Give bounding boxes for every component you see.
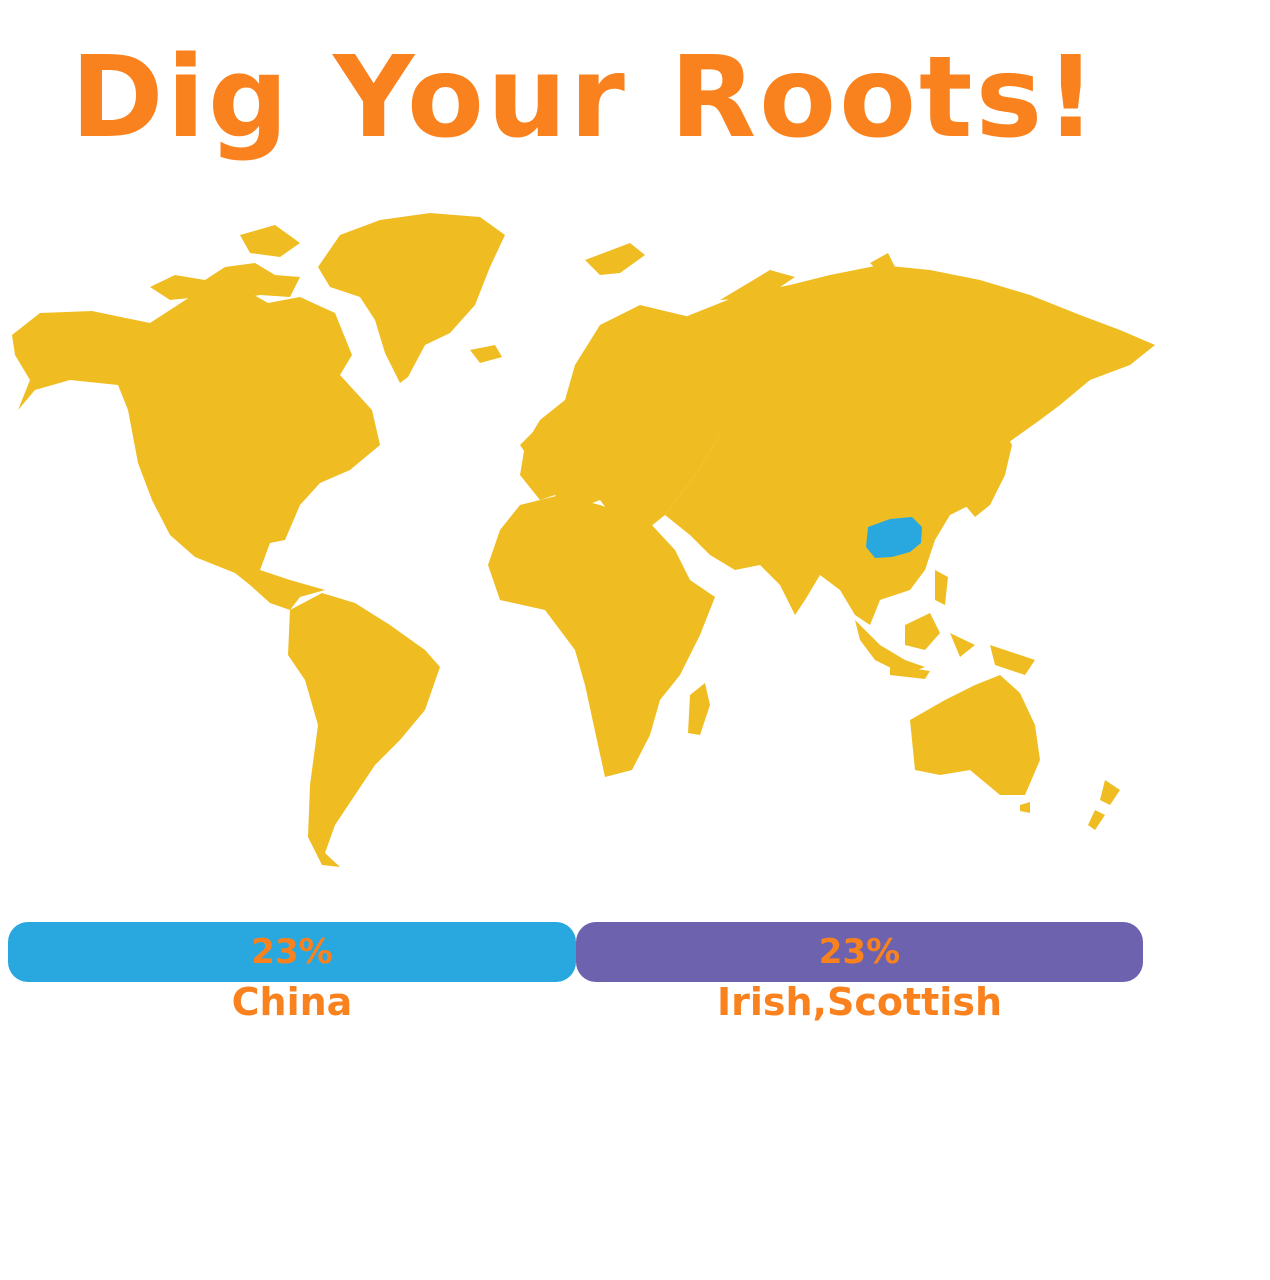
percentage-bar-china: 23% [8,922,576,982]
arctic-islands-shape [150,263,300,300]
south-america-shape [288,593,440,867]
region-label-irish-scottish: Irish,Scottish [716,980,1003,1024]
map-continents [12,213,1155,867]
world-map [12,213,1155,867]
region-label-china: China [231,980,353,1024]
africa-shape [488,495,715,777]
asia-shape [640,265,1155,625]
madagascar-shape [688,683,710,735]
australia-shape [910,675,1040,795]
north-america-shape [12,287,380,610]
percentage-bar-irish-scottish: 23% [576,922,1143,982]
page-title: Dig Your Roots! [70,33,1100,163]
percentage-label: 23% [251,932,333,972]
percentage-label: 23% [818,932,901,972]
new-zealand-shape [1100,780,1120,805]
